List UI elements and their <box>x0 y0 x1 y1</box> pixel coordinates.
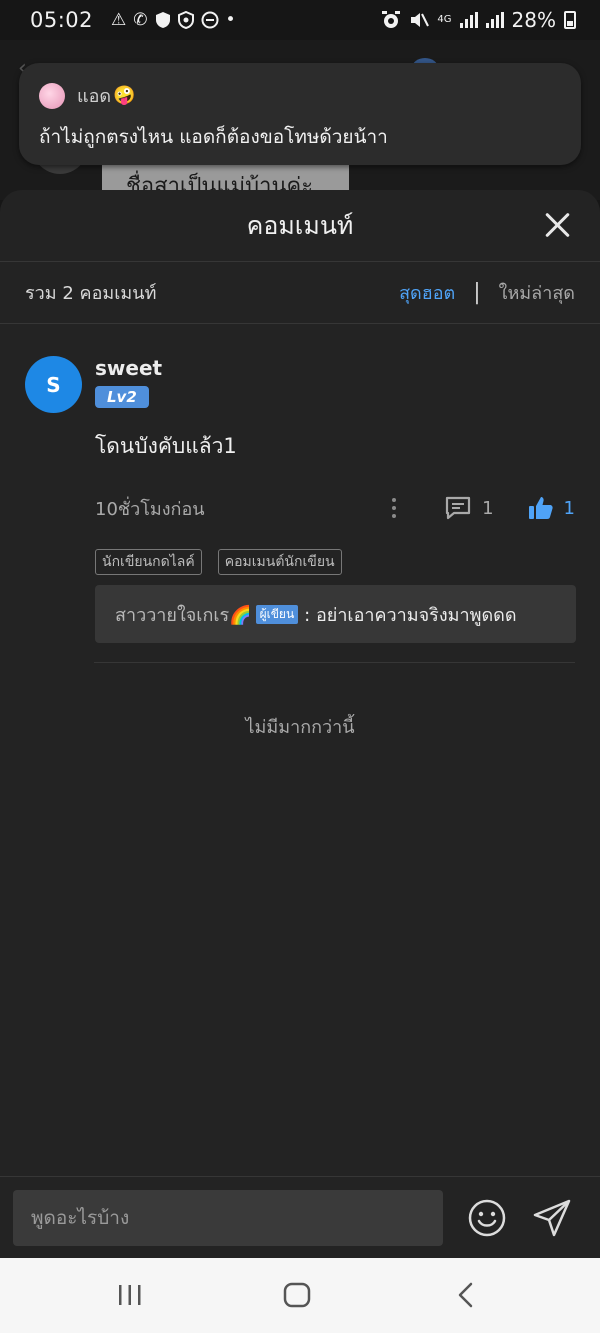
mute-icon <box>411 13 430 27</box>
sheet-title: คอมเมนท์ <box>246 210 354 240</box>
writer-badge: ผู้เขียน <box>255 604 299 624</box>
reply-text: : อย่าเอาความจริงมาพูดดด <box>304 604 517 626</box>
like-count: 1 <box>563 497 575 519</box>
like-button[interactable]: 1 <box>528 495 575 521</box>
end-of-list-text: ไม่มีมากกว่านี้ <box>245 717 355 738</box>
send-icon[interactable] <box>532 1198 572 1238</box>
emoji-icon[interactable] <box>467 1198 507 1238</box>
comment-icon <box>445 496 471 520</box>
system-nav-bar <box>0 1258 600 1333</box>
reply-preview[interactable]: สาววายใจเกเร🌈 ผู้เขียน : อย่าเอาความจริง… <box>95 585 576 643</box>
signal-icon-2 <box>485 12 504 28</box>
notification-sender: แอด <box>77 86 112 107</box>
warning-icon: ⚠ <box>111 10 127 30</box>
more-options-icon[interactable] <box>384 498 404 518</box>
tab-hottest[interactable]: สุดฮอต <box>399 278 455 307</box>
alarm-icon <box>382 11 401 28</box>
avatar[interactable]: S <box>25 356 82 413</box>
signal-icon <box>459 12 478 28</box>
tab-newest[interactable]: ใหม่ล่าสุด <box>499 278 575 307</box>
notification-message: ถ้าไม่ถูกตรงไหน แอดก็ต้องขอโทษด้วยน้าา <box>39 126 388 148</box>
thumbs-up-icon <box>528 497 553 519</box>
comment-input[interactable] <box>13 1190 443 1246</box>
phone-icon: ✆ <box>133 10 148 30</box>
back-icon[interactable] <box>456 1282 476 1308</box>
dnd-icon <box>201 11 219 29</box>
comment-username[interactable]: sweet <box>95 356 575 380</box>
comment-total: รวม 2 คอมเมนท์ <box>25 283 157 304</box>
battery-percent: 28% <box>511 8 556 32</box>
notification-avatar <box>39 82 65 109</box>
status-time: 05:02 <box>30 8 94 32</box>
comment-time: 10ชั่วโมงก่อน <box>95 498 205 520</box>
shield-icon <box>155 12 170 28</box>
recent-apps-icon[interactable] <box>117 1284 143 1306</box>
close-icon[interactable] <box>542 210 572 240</box>
divider <box>94 662 575 663</box>
dot-icon: • <box>225 10 236 30</box>
tag-writer-comment: คอมเมนต์นักเขียน <box>217 549 342 575</box>
reply-author: สาววายใจเกเร🌈 <box>115 604 252 626</box>
status-bar: 05:02 ⚠ ✆ • 4G 28% <box>0 0 600 40</box>
notification-emoji: 🤪 <box>113 85 136 106</box>
notification-toast[interactable]: แอด 🤪 ถ้าไม่ถูกตรงไหน แอดก็ต้องขอโทษด้วย… <box>19 63 581 165</box>
level-badge: Lv2 <box>95 386 149 408</box>
shield-check-icon <box>177 11 194 29</box>
sort-row: รวม 2 คอมเมนท์ สุดฮอต | ใหม่ล่าสุด <box>0 262 600 324</box>
tag-writer-liked: นักเขียนกดไลค์ <box>95 549 202 575</box>
comment-tags: นักเขียนกดไลค์ คอมเมนต์นักเขียน <box>95 549 575 575</box>
network-type: 4G <box>437 14 452 25</box>
sort-separator: | <box>473 280 481 305</box>
reply-count: 1 <box>482 497 494 519</box>
comment-input-bar <box>0 1176 600 1258</box>
home-icon[interactable] <box>283 1282 311 1308</box>
comment-text: โดนบังคับแล้ว1 <box>95 434 237 458</box>
sheet-header: คอมเมนท์ <box>0 190 600 262</box>
battery-icon <box>564 11 576 29</box>
reply-button[interactable]: 1 <box>444 495 494 521</box>
comment-sheet: คอมเมนท์ รวม 2 คอมเมนท์ สุดฮอต | ใหม่ล่า… <box>0 190 600 1258</box>
